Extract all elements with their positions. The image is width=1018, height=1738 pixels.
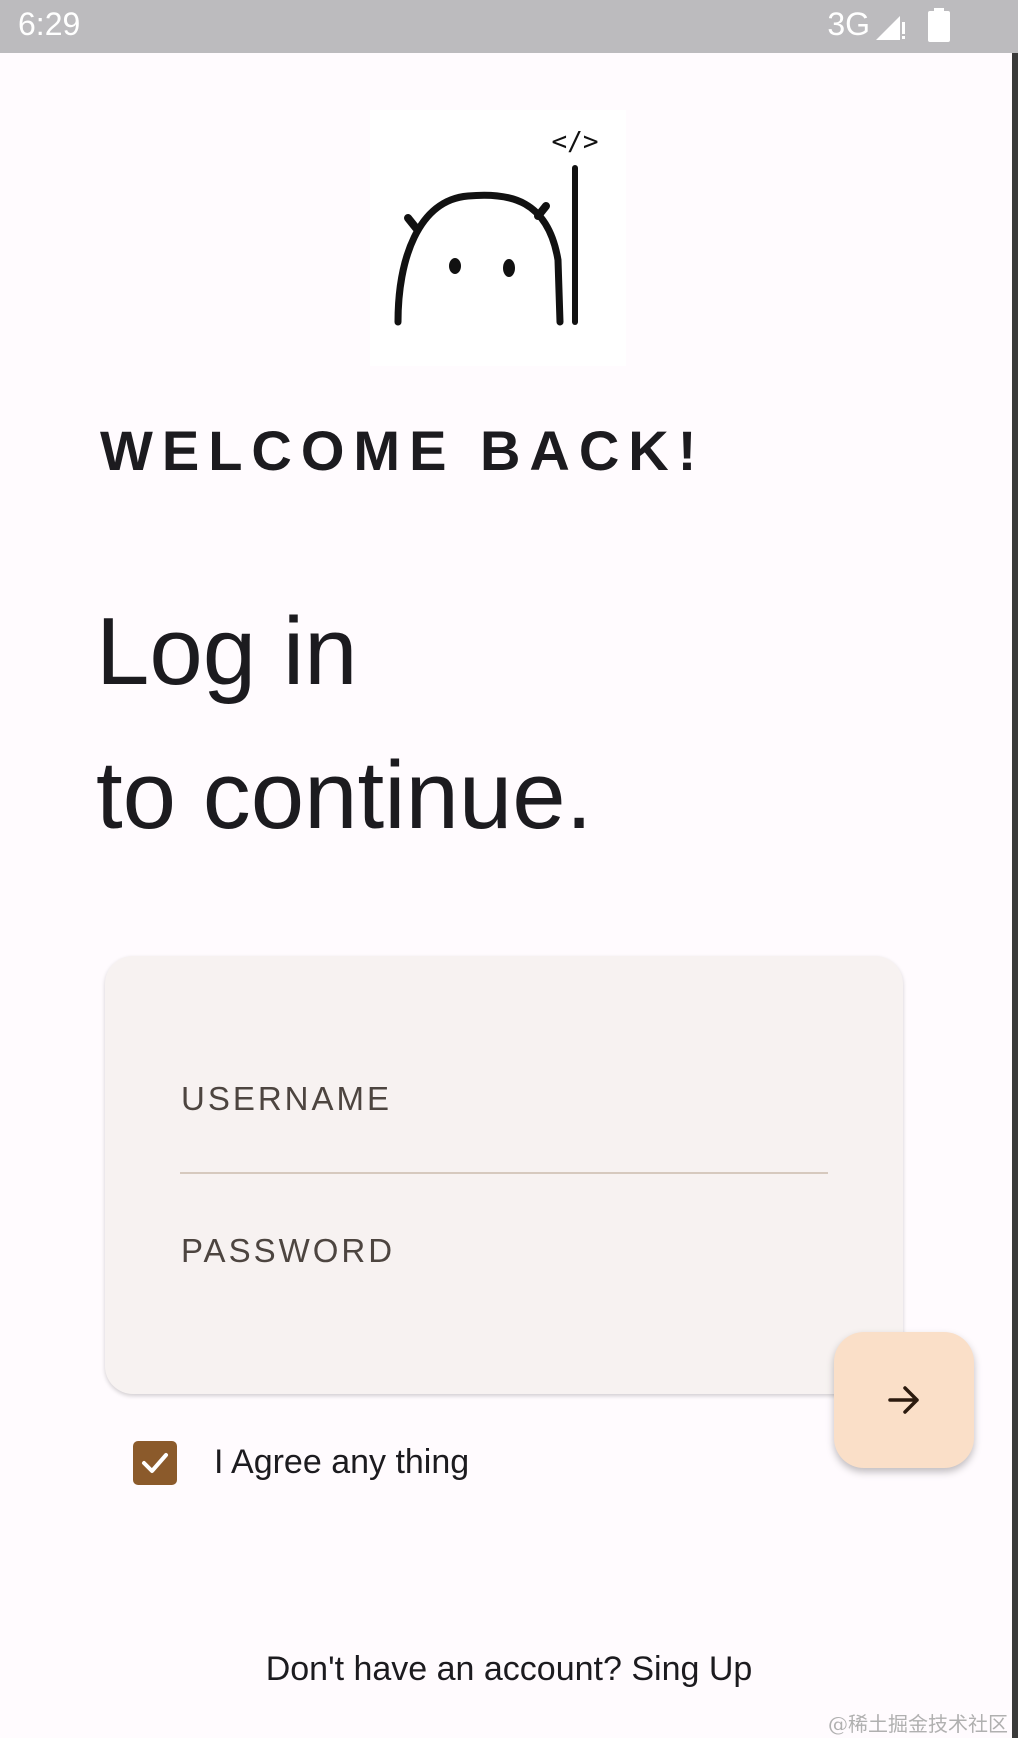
- login-headline: Log in to continue.: [96, 580, 592, 868]
- signup-link[interactable]: Don't have an account? Sing Up: [0, 1650, 1018, 1689]
- login-card: USERNAME PASSWORD: [105, 956, 903, 1394]
- code-glyph: </>: [552, 127, 599, 157]
- agree-label[interactable]: I Agree any thing: [214, 1443, 469, 1482]
- username-underline: [180, 1172, 828, 1174]
- signal-icon: [876, 16, 905, 40]
- welcome-title: WELCOME BACK!: [100, 419, 706, 482]
- password-field[interactable]: PASSWORD: [181, 1232, 395, 1270]
- network-type: 3G: [827, 6, 870, 42]
- ghost-coder-logo: </>: [370, 110, 626, 366]
- agree-checkbox[interactable]: [133, 1441, 177, 1485]
- screen-edge: [1012, 53, 1018, 1738]
- headline-line-1: Log in: [96, 598, 358, 705]
- submit-button[interactable]: [834, 1332, 974, 1468]
- status-bar: 6:29 3G: [0, 0, 1018, 53]
- checkmark-icon: [142, 1453, 168, 1473]
- username-field[interactable]: USERNAME: [181, 1080, 392, 1118]
- headline-line-2: to continue.: [96, 742, 593, 849]
- status-time: 6:29: [18, 6, 81, 42]
- arrow-right-icon: [888, 1386, 919, 1414]
- battery-icon: [928, 8, 950, 42]
- watermark: @稀土掘金技术社区: [828, 1712, 1008, 1736]
